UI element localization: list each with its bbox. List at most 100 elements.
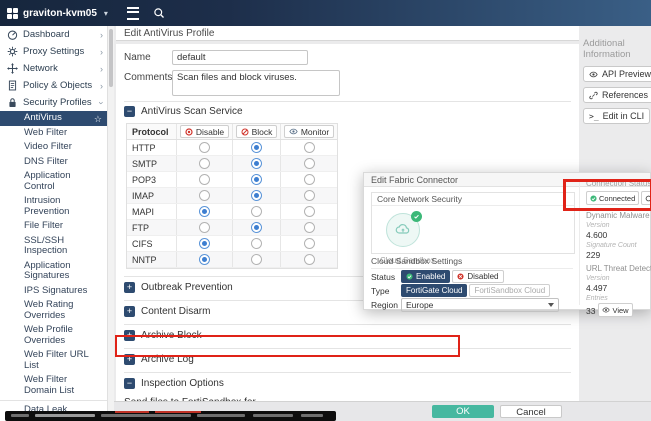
cloud-sandbox-settings-title: Cloud Sandbox Settings <box>371 256 573 269</box>
edit-in-cli-button[interactable]: >_ Edit in CLI <box>583 108 651 124</box>
monitor-eye-icon <box>289 128 298 135</box>
favorite-star-icon[interactable]: ☆ <box>94 114 102 125</box>
view-button[interactable]: View <box>598 303 633 317</box>
table-row: CIFS <box>127 236 337 252</box>
radio-imap-disable[interactable] <box>199 190 210 201</box>
menu-toggle-icon[interactable] <box>127 6 139 20</box>
radio-pop3-monitor[interactable] <box>303 174 315 185</box>
signature-count-value: 229 <box>586 250 601 260</box>
cancel-button[interactable]: Cancel <box>500 405 562 418</box>
sidebar-item-web-filter-domain-list[interactable]: Web Filter Domain List <box>0 373 107 398</box>
radio-mapi-disable[interactable] <box>199 206 210 217</box>
radio-cifs-block[interactable] <box>251 238 262 249</box>
sidebar-item-video-filter[interactable]: Video Filter <box>0 140 107 155</box>
radio-pop3-disable[interactable] <box>199 174 210 185</box>
section-archive-block[interactable]: + Archive Block <box>124 324 571 345</box>
refresh-button[interactable]: Refresh <box>641 191 651 205</box>
radio-smtp-block[interactable] <box>251 158 262 169</box>
radio-cifs-monitor[interactable] <box>303 238 315 249</box>
radio-ftp-monitor[interactable] <box>303 222 315 233</box>
sidebar-item-policy-objects[interactable]: Policy & Objects › <box>0 77 107 94</box>
sidebar-item-dns-filter[interactable]: DNS Filter <box>0 155 107 170</box>
block-header-button[interactable]: Block <box>235 125 278 138</box>
connected-check-icon <box>590 194 597 202</box>
radio-pop3-block[interactable] <box>251 174 262 185</box>
radio-mapi-block[interactable] <box>251 206 262 217</box>
sidebar-item-web-filter[interactable]: Web Filter <box>0 126 107 141</box>
connected-button[interactable]: Connected <box>586 191 640 205</box>
expand-icon[interactable]: + <box>124 282 135 293</box>
sidebar-item-antivirus[interactable]: AntiVirus ☆ <box>0 111 107 126</box>
radio-http-disable[interactable] <box>199 142 210 153</box>
cloud-sandbox-tile[interactable] <box>386 211 422 247</box>
radio-http-block[interactable] <box>251 142 262 153</box>
sidebar-item-dashboard[interactable]: Dashboard › <box>0 26 107 43</box>
sidebar-item-application-signatures[interactable]: Application Signatures <box>0 259 107 284</box>
collapse-icon[interactable]: − <box>124 106 135 117</box>
table-row: NNTP <box>127 252 337 268</box>
core-network-security-title: Core Network Security <box>372 193 574 206</box>
status-row: Status Enabled Disabled <box>371 270 506 283</box>
sidebar-item-application-control[interactable]: Application Control <box>0 169 107 194</box>
comments-input[interactable]: Scan files and block viruses. <box>172 70 340 96</box>
sidebar-item-security-profiles[interactable]: Security Profiles › <box>0 94 107 111</box>
entries-label: Entries <box>586 295 608 302</box>
search-icon[interactable] <box>153 7 165 19</box>
chevron-right-icon: › <box>100 63 103 74</box>
sidebar-scrollbar[interactable] <box>107 26 114 421</box>
name-input[interactable] <box>172 50 308 65</box>
collapse-icon[interactable]: − <box>124 378 135 389</box>
sidebar-item-web-profile-overrides[interactable]: Web Profile Overrides <box>0 323 107 348</box>
type-fortisandbox-cloud-button[interactable]: FortiSandbox Cloud <box>469 284 551 297</box>
radio-nntp-block[interactable] <box>251 254 262 265</box>
expand-icon[interactable]: + <box>124 354 135 365</box>
sidebar-item-network[interactable]: Network › <box>0 60 107 77</box>
sidebar-item-web-rating-overrides[interactable]: Web Rating Overrides <box>0 298 107 323</box>
sidebar-item-proxy-settings[interactable]: Proxy Settings › <box>0 43 107 60</box>
radio-imap-monitor[interactable] <box>303 190 315 201</box>
radio-smtp-disable[interactable] <box>199 158 210 169</box>
status-enabled-button[interactable]: Enabled <box>401 270 451 283</box>
region-select[interactable]: Europe <box>401 298 559 312</box>
cloud-sandbox-icon <box>386 211 422 247</box>
status-disabled-button[interactable]: Disabled <box>452 270 504 283</box>
radio-http-monitor[interactable] <box>303 142 315 153</box>
eye-icon <box>602 307 611 313</box>
dashboard-icon <box>7 29 18 40</box>
sidebar-item-label: Web Profile Overrides <box>24 324 73 346</box>
radio-cifs-disable[interactable] <box>199 238 210 249</box>
section-inspection-options[interactable]: − Inspection Options <box>124 372 571 393</box>
type-fortigate-cloud-button[interactable]: FortiGate Cloud <box>401 284 468 297</box>
version-label: Version <box>586 275 610 282</box>
references-button[interactable]: References <box>583 87 651 103</box>
expand-icon[interactable]: + <box>124 306 135 317</box>
radio-imap-block[interactable] <box>251 190 262 201</box>
table-row: IMAP <box>127 188 337 204</box>
status-label: Status <box>371 271 396 282</box>
sidebar-item-web-filter-url-list[interactable]: Web Filter URL List <box>0 348 107 373</box>
sidebar-item-ips-signatures[interactable]: IPS Signatures <box>0 284 107 299</box>
api-preview-button[interactable]: API Preview <box>583 66 651 82</box>
sidebar-item-ssl-ssh-inspection[interactable]: SSL/SSH Inspection <box>0 234 107 259</box>
radio-nntp-monitor[interactable] <box>303 254 315 265</box>
disable-header-button[interactable]: Disable <box>179 125 230 138</box>
radio-mapi-monitor[interactable] <box>303 206 315 217</box>
connection-status-heading: Connection Status <box>586 179 651 188</box>
protocol-label: POP3 <box>127 172 177 187</box>
radio-ftp-disable[interactable] <box>199 222 210 233</box>
disable-icon <box>185 127 193 136</box>
radio-nntp-disable[interactable] <box>199 254 210 265</box>
monitor-header-button[interactable]: Monitor <box>283 125 335 138</box>
section-archive-log[interactable]: + Archive Log <box>124 348 571 369</box>
brand-hostname[interactable]: graviton-kvm05 ▾ <box>0 0 113 26</box>
radio-ftp-block[interactable] <box>251 222 262 233</box>
sidebar-item-label: Intrusion Prevention <box>24 195 70 217</box>
expand-icon[interactable]: + <box>124 330 135 341</box>
sidebar-item-intrusion-prevention[interactable]: Intrusion Prevention <box>0 194 107 219</box>
scrollbar-thumb[interactable] <box>109 29 113 87</box>
ok-button[interactable]: OK <box>432 405 494 418</box>
radio-smtp-monitor[interactable] <box>303 158 315 169</box>
eye-icon <box>589 71 598 77</box>
refresh-icon <box>646 195 651 201</box>
sidebar-item-file-filter[interactable]: File Filter <box>0 219 107 234</box>
